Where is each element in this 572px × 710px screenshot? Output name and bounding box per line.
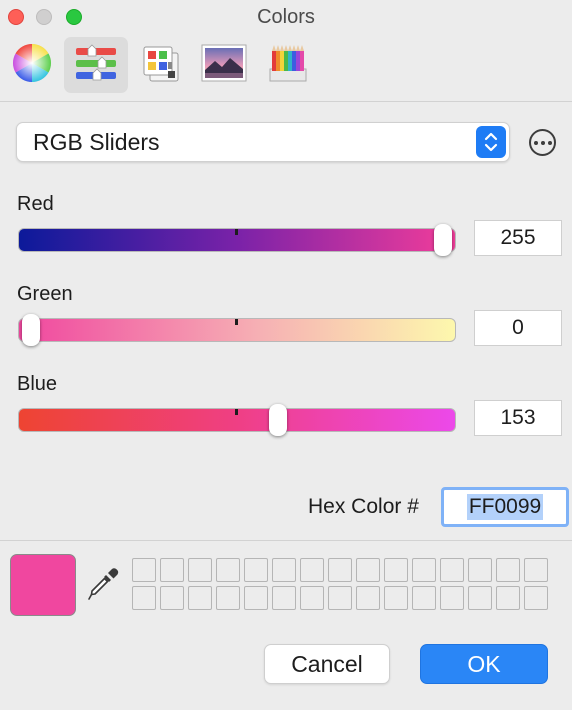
- toolbar-divider: [0, 101, 572, 102]
- blue-slider[interactable]: [18, 404, 456, 436]
- pencils-icon: [266, 41, 310, 90]
- bottom-divider: [0, 540, 572, 541]
- hex-color-label: Hex Color #: [308, 495, 419, 518]
- color-swatch[interactable]: [440, 586, 464, 610]
- color-swatch[interactable]: [216, 586, 240, 610]
- color-swatch[interactable]: [188, 558, 212, 582]
- color-swatch[interactable]: [384, 586, 408, 610]
- custom-swatch-grid: [132, 558, 548, 610]
- color-swatch[interactable]: [412, 586, 436, 610]
- color-swatch[interactable]: [300, 558, 324, 582]
- color-swatch[interactable]: [216, 558, 240, 582]
- color-swatch[interactable]: [524, 558, 548, 582]
- color-swatch[interactable]: [384, 558, 408, 582]
- palettes-icon: [138, 41, 182, 90]
- color-swatch[interactable]: [356, 558, 380, 582]
- color-swatch[interactable]: [468, 586, 492, 610]
- color-swatch[interactable]: [412, 558, 436, 582]
- color-swatch[interactable]: [132, 558, 156, 582]
- tab-color-sliders[interactable]: [64, 37, 128, 93]
- tab-color-palettes[interactable]: [128, 37, 192, 93]
- color-swatch[interactable]: [328, 586, 352, 610]
- color-model-popup[interactable]: RGB Sliders: [16, 122, 510, 162]
- red-slider-thumb[interactable]: [434, 224, 452, 256]
- window-title: Colors: [257, 6, 315, 28]
- color-swatch[interactable]: [244, 558, 268, 582]
- color-swatch[interactable]: [356, 586, 380, 610]
- sliders-icon: [72, 43, 120, 88]
- tab-pencils[interactable]: [256, 37, 320, 93]
- green-value-field[interactable]: 0: [474, 310, 562, 346]
- red-slider-midpoint-tick: [235, 229, 238, 235]
- color-model-value: RGB Sliders: [33, 129, 160, 155]
- blue-label: Blue: [17, 373, 58, 395]
- green-label: Green: [17, 283, 73, 305]
- color-swatch[interactable]: [468, 558, 492, 582]
- color-swatch[interactable]: [496, 586, 520, 610]
- blue-slider-midpoint-tick: [235, 409, 238, 415]
- image-palettes-icon: [200, 43, 248, 88]
- ellipsis-circle-icon[interactable]: [529, 129, 556, 156]
- color-swatch[interactable]: [440, 558, 464, 582]
- current-color-well[interactable]: [10, 554, 76, 616]
- tab-color-wheel[interactable]: [0, 37, 64, 93]
- color-swatch[interactable]: [272, 586, 296, 610]
- ok-button[interactable]: OK: [420, 644, 548, 684]
- red-value-field[interactable]: 255: [474, 220, 562, 256]
- blue-slider-thumb[interactable]: [269, 404, 288, 436]
- color-swatch[interactable]: [300, 586, 324, 610]
- red-label: Red: [17, 193, 54, 215]
- color-swatch[interactable]: [328, 558, 352, 582]
- color-swatch[interactable]: [524, 586, 548, 610]
- color-wheel-icon: [12, 43, 52, 88]
- green-slider-thumb[interactable]: [22, 314, 40, 346]
- eyedropper-icon[interactable]: [86, 566, 120, 607]
- color-swatch[interactable]: [132, 586, 156, 610]
- green-slider-midpoint-tick: [235, 319, 238, 325]
- color-swatch[interactable]: [160, 586, 184, 610]
- up-down-arrows-icon: [476, 126, 506, 158]
- cancel-button[interactable]: Cancel: [264, 644, 390, 684]
- red-slider[interactable]: [18, 224, 456, 256]
- green-slider[interactable]: [18, 314, 456, 346]
- color-swatch[interactable]: [272, 558, 296, 582]
- hex-color-value: FF0099: [466, 494, 544, 520]
- color-swatch[interactable]: [188, 586, 212, 610]
- color-swatch[interactable]: [496, 558, 520, 582]
- color-swatch[interactable]: [160, 558, 184, 582]
- blue-value-field[interactable]: 153: [474, 400, 562, 436]
- tab-image-palettes[interactable]: [192, 37, 256, 93]
- hex-color-field[interactable]: FF0099: [441, 487, 569, 527]
- color-swatch[interactable]: [244, 586, 268, 610]
